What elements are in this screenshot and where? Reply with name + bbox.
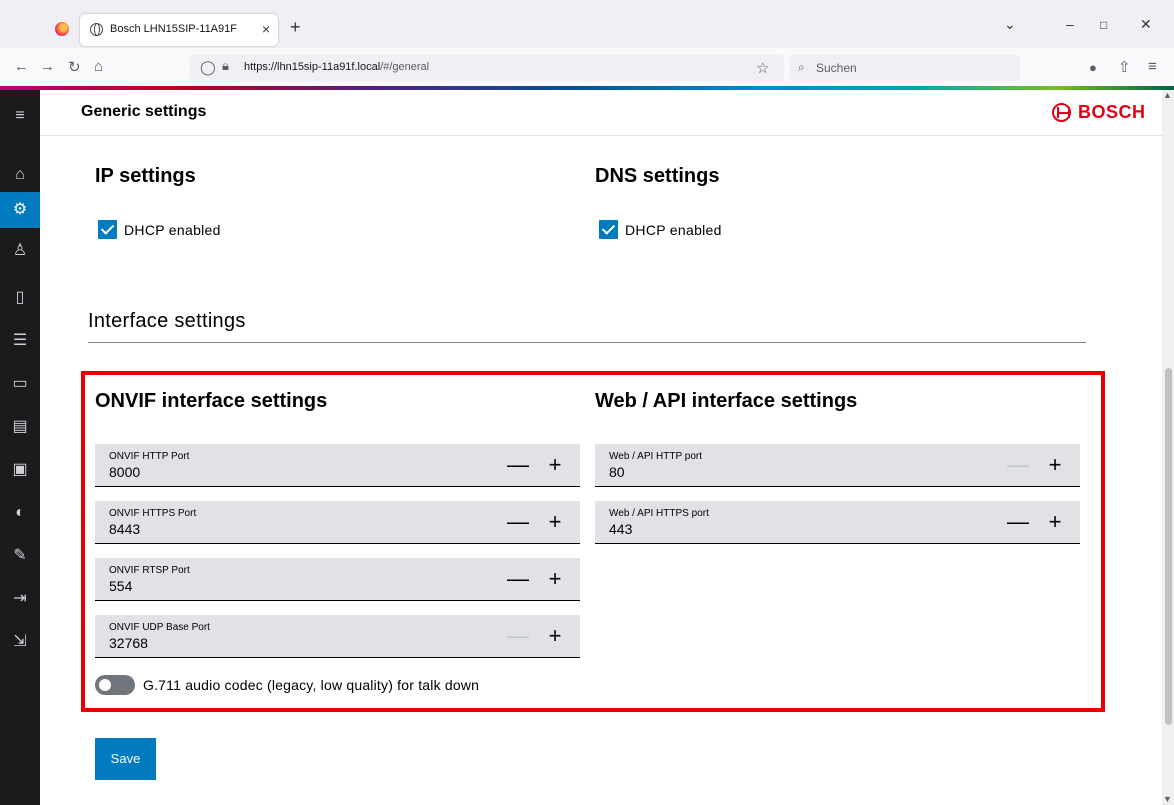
- account-icon[interactable]: ●: [1089, 60, 1097, 75]
- browser-window: Bosch LHN15SIP-11A91F × + ⌄ – □ ✕ ← → ↻ …: [0, 0, 1174, 805]
- field-label: Web / API HTTPS port: [609, 508, 709, 519]
- shield-icon[interactable]: ◐: [0, 495, 40, 531]
- decrement-button[interactable]: —: [505, 509, 531, 535]
- search-placeholder: Suchen: [816, 61, 857, 75]
- scrollbar-thumb[interactable]: [1165, 368, 1172, 725]
- checkbox-checked-icon[interactable]: [599, 220, 618, 239]
- field-value[interactable]: 443: [609, 521, 632, 537]
- firefox-logo-icon: [55, 22, 69, 36]
- onvif-https-port-stepper[interactable]: ONVIF HTTPS Port 8443 — +: [95, 501, 580, 544]
- bosch-wordmark: BOSCH: [1078, 102, 1146, 122]
- field-value[interactable]: 80: [609, 464, 625, 480]
- decrement-button: —: [507, 623, 529, 648]
- new-tab-button[interactable]: +: [290, 17, 301, 38]
- field-label: ONVIF UDP Base Port: [109, 622, 210, 633]
- ip-dhcp-label: DHCP enabled: [124, 222, 221, 238]
- field-value[interactable]: 8443: [109, 521, 140, 537]
- page-title: Generic settings: [81, 103, 207, 120]
- save-button[interactable]: Save: [95, 738, 156, 780]
- interface-settings-title: Interface settings: [88, 310, 246, 332]
- increment-button[interactable]: +: [542, 566, 568, 592]
- sidebar: ≡ ⌂ ⚙ ♙ ▯ ☰ ▭ ▤ ▣ ◐ ✎ ⇥ ⇲: [0, 90, 40, 805]
- web-api-http-port-stepper[interactable]: Web / API HTTP port 80 — +: [595, 444, 1080, 487]
- user-icon[interactable]: ♙: [0, 233, 40, 269]
- close-window-icon[interactable]: ✕: [1140, 16, 1152, 33]
- field-label: Web / API HTTP port: [609, 451, 702, 462]
- decrement-button[interactable]: —: [1005, 509, 1031, 535]
- web-api-https-port-stepper[interactable]: Web / API HTTPS port 443 — +: [595, 501, 1080, 544]
- back-icon[interactable]: ←: [14, 58, 29, 75]
- browser-tab[interactable]: Bosch LHN15SIP-11A91F ×: [80, 14, 278, 46]
- monitor-icon[interactable]: ▣: [0, 452, 40, 488]
- logout-icon[interactable]: ⇲: [0, 624, 40, 660]
- hamburger-menu-icon[interactable]: ≡: [0, 98, 40, 134]
- ip-settings-title: IP settings: [95, 165, 196, 187]
- g711-codec-label: G.711 audio codec (legacy, low quality) …: [143, 677, 480, 693]
- url-text[interactable]: https://lhn15sip-11a91f.local/#/general: [244, 61, 429, 73]
- list-indent-icon[interactable]: ⇥: [0, 581, 40, 617]
- page-header: Generic settings BOSCH: [40, 90, 1162, 136]
- reload-icon[interactable]: ↻: [68, 58, 81, 76]
- sliders-icon[interactable]: ☰: [0, 323, 40, 359]
- divider: [88, 342, 1086, 343]
- lock-icon[interactable]: 🔒︎: [222, 58, 229, 74]
- onvif-udp-base-port-stepper[interactable]: ONVIF UDP Base Port 32768 — +: [95, 615, 580, 658]
- decrement-button: —: [1007, 452, 1029, 477]
- g711-codec-toggle[interactable]: [95, 675, 135, 695]
- search-bar[interactable]: ⌕ Suchen: [790, 55, 1020, 81]
- increment-button[interactable]: +: [1042, 509, 1068, 535]
- web-api-settings-title: Web / API interface settings: [595, 390, 858, 412]
- dns-settings-title: DNS settings: [595, 165, 720, 187]
- calendar-icon[interactable]: ▤: [0, 409, 40, 445]
- onvif-rtsp-port-stepper[interactable]: ONVIF RTSP Port 554 — +: [95, 558, 580, 601]
- scroll-down-icon[interactable]: ▼: [1163, 794, 1172, 804]
- minimize-icon[interactable]: –: [1066, 16, 1074, 32]
- menu-icon[interactable]: ≡: [1148, 58, 1157, 75]
- increment-button[interactable]: +: [1042, 452, 1068, 478]
- message-icon[interactable]: ▭: [0, 366, 40, 402]
- increment-button[interactable]: +: [542, 623, 568, 649]
- url-bar[interactable]: ◯ 🔒︎ https://lhn15sip-11a91f.local/#/gen…: [190, 55, 784, 81]
- increment-button[interactable]: +: [542, 452, 568, 478]
- field-label: ONVIF HTTPS Port: [109, 508, 197, 519]
- tab-strip: Bosch LHN15SIP-11A91F × + ⌄ – □ ✕: [0, 0, 1174, 48]
- wrench-icon[interactable]: ✎: [0, 538, 40, 574]
- tab-title: Bosch LHN15SIP-11A91F: [110, 23, 237, 35]
- field-label: ONVIF RTSP Port: [109, 565, 190, 576]
- tab-close-icon[interactable]: ×: [262, 21, 270, 37]
- home-icon[interactable]: ⌂: [94, 58, 103, 75]
- search-icon: ⌕: [798, 60, 805, 74]
- forward-icon[interactable]: →: [40, 58, 55, 75]
- home-icon[interactable]: ⌂: [0, 157, 40, 193]
- device-icon[interactable]: ▯: [0, 280, 40, 316]
- bosch-armature-icon: [1052, 103, 1071, 122]
- extensions-icon[interactable]: ⇧: [1118, 58, 1131, 76]
- onvif-settings-title: ONVIF interface settings: [95, 390, 328, 412]
- dns-dhcp-label: DHCP enabled: [625, 222, 722, 238]
- field-value[interactable]: 32768: [109, 635, 148, 651]
- decrement-button[interactable]: —: [505, 566, 531, 592]
- field-label: ONVIF HTTP Port: [109, 451, 190, 462]
- list-all-tabs-icon[interactable]: ⌄: [1004, 16, 1016, 33]
- scroll-up-icon[interactable]: ▲: [1163, 90, 1172, 100]
- globe-icon: [90, 23, 103, 36]
- decrement-button[interactable]: —: [505, 452, 531, 478]
- maximize-icon[interactable]: □: [1100, 18, 1107, 32]
- bookmark-star-icon[interactable]: ☆: [756, 59, 769, 77]
- tracking-shield-icon[interactable]: ◯: [200, 59, 216, 76]
- settings-gear-icon[interactable]: ⚙: [0, 192, 40, 228]
- field-value[interactable]: 554: [109, 578, 132, 594]
- onvif-http-port-stepper[interactable]: ONVIF HTTP Port 8000 — +: [95, 444, 580, 487]
- field-value[interactable]: 8000: [109, 464, 140, 480]
- checkbox-checked-icon[interactable]: [98, 220, 117, 239]
- increment-button[interactable]: +: [542, 509, 568, 535]
